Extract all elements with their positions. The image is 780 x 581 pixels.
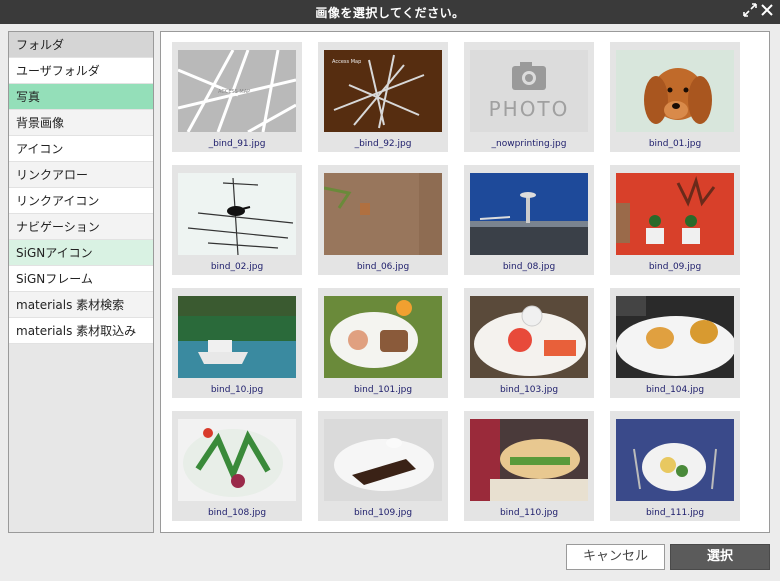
thumbnail-access-map-gray: ACCESS MAP (178, 50, 296, 132)
image-filename: bind_101.jpg (353, 385, 413, 395)
image-tile[interactable]: PHOTO _nowprinting.jpg (464, 42, 594, 152)
image-tile[interactable]: bind_09.jpg (610, 165, 740, 275)
sidebar-item-user-folder[interactable]: ユーザフォルダ (9, 58, 153, 84)
thumbnail-red-wall-plants (616, 173, 734, 255)
thumbnail-salad (178, 419, 296, 501)
folder-sidebar: フォルダ ユーザフォルダ 写真 背景画像 アイコン リンクアロー リンクアイコン… (8, 31, 154, 533)
image-tile[interactable]: bind_02.jpg (172, 165, 302, 275)
image-filename: bind_103.jpg (499, 385, 559, 395)
title-bar[interactable]: 画像を選択してください。 (0, 0, 780, 24)
thumbnail-access-map-dark: Access Map (324, 50, 442, 132)
sidebar-item-sign-frames[interactable]: SiGNフレーム (9, 266, 153, 292)
image-filename: bind_01.jpg (648, 139, 702, 149)
image-filename: bind_02.jpg (210, 262, 264, 272)
image-filename: _bind_91.jpg (208, 139, 266, 149)
thumbnail-brick-wall (324, 173, 442, 255)
select-button[interactable]: 選択 (670, 544, 770, 570)
image-tile[interactable]: bind_101.jpg (318, 288, 448, 398)
close-icon[interactable] (759, 3, 775, 19)
image-filename: bind_109.jpg (353, 508, 413, 518)
image-tile[interactable]: bind_06.jpg (318, 165, 448, 275)
sidebar-item-materials-search[interactable]: materials 素材検索 (9, 292, 153, 318)
sidebar-item-icons[interactable]: アイコン (9, 136, 153, 162)
sidebar-item-sign-icons[interactable]: SiGNアイコン (9, 240, 153, 266)
sidebar-item-backgrounds[interactable]: 背景画像 (9, 110, 153, 136)
thumbnail-dog (616, 50, 734, 132)
sidebar-item-link-icons[interactable]: リンクアイコン (9, 188, 153, 214)
sidebar-header-folder: フォルダ (9, 32, 153, 58)
image-filename: bind_110.jpg (499, 508, 559, 518)
thumbnail-breakfast (470, 296, 588, 378)
image-filename: bind_111.jpg (645, 508, 705, 518)
image-tile[interactable]: bind_110.jpg (464, 411, 594, 521)
thumbnail-plated-dish (616, 419, 734, 501)
image-filename: bind_09.jpg (648, 262, 702, 272)
image-select-dialog: 画像を選択してください。 フォルダ ユーザフォルダ 写真 背景画像 アイコン リ… (0, 0, 780, 581)
thumbnail-chocolate-cake (324, 419, 442, 501)
map-overlay-text: ACCESS MAP (218, 89, 250, 95)
image-tile[interactable]: bind_08.jpg (464, 165, 594, 275)
image-filename: _nowprinting.jpg (491, 139, 567, 149)
cancel-button[interactable]: キャンセル (566, 544, 665, 570)
image-filename: bind_104.jpg (645, 385, 705, 395)
image-tile[interactable]: ACCESS MAP _bind_91.jpg (172, 42, 302, 152)
image-tile[interactable]: bind_109.jpg (318, 411, 448, 521)
image-tile[interactable]: bind_104.jpg (610, 288, 740, 398)
image-tile[interactable]: bind_111.jpg (610, 411, 740, 521)
thumbnail-food-platter (324, 296, 442, 378)
image-tile[interactable]: bind_108.jpg (172, 411, 302, 521)
map-overlay-text: Access Map (332, 59, 361, 65)
image-filename: bind_10.jpg (210, 385, 264, 395)
dialog-title: 画像を選択してください。 (315, 6, 465, 20)
thumbnail-now-printing: PHOTO (470, 50, 588, 132)
thumbnail-bird-antenna (178, 173, 296, 255)
photo-placeholder-text: PHOTO (489, 97, 570, 121)
thumbnail-boat (178, 296, 296, 378)
image-tile[interactable]: bind_01.jpg (610, 42, 740, 152)
image-filename: bind_108.jpg (207, 508, 267, 518)
image-filename: bind_08.jpg (502, 262, 556, 272)
sidebar-item-link-arrows[interactable]: リンクアロー (9, 162, 153, 188)
image-tile[interactable]: Access Map _bind_92.jpg (318, 42, 448, 152)
image-filename: _bind_92.jpg (354, 139, 412, 149)
image-tile[interactable]: bind_103.jpg (464, 288, 594, 398)
sidebar-item-photos[interactable]: 写真 (9, 84, 153, 110)
image-filename: bind_06.jpg (356, 262, 410, 272)
expand-icon[interactable] (742, 3, 758, 19)
image-tile[interactable]: bind_10.jpg (172, 288, 302, 398)
thumbnail-pastries (616, 296, 734, 378)
sidebar-item-navigation[interactable]: ナビゲーション (9, 214, 153, 240)
image-gallery: ACCESS MAP _bind_91.jpg Access Map _bind… (160, 31, 770, 533)
thumbnail-airport (470, 173, 588, 255)
thumbnail-sandwich (470, 419, 588, 501)
sidebar-item-materials-import[interactable]: materials 素材取込み (9, 318, 153, 344)
